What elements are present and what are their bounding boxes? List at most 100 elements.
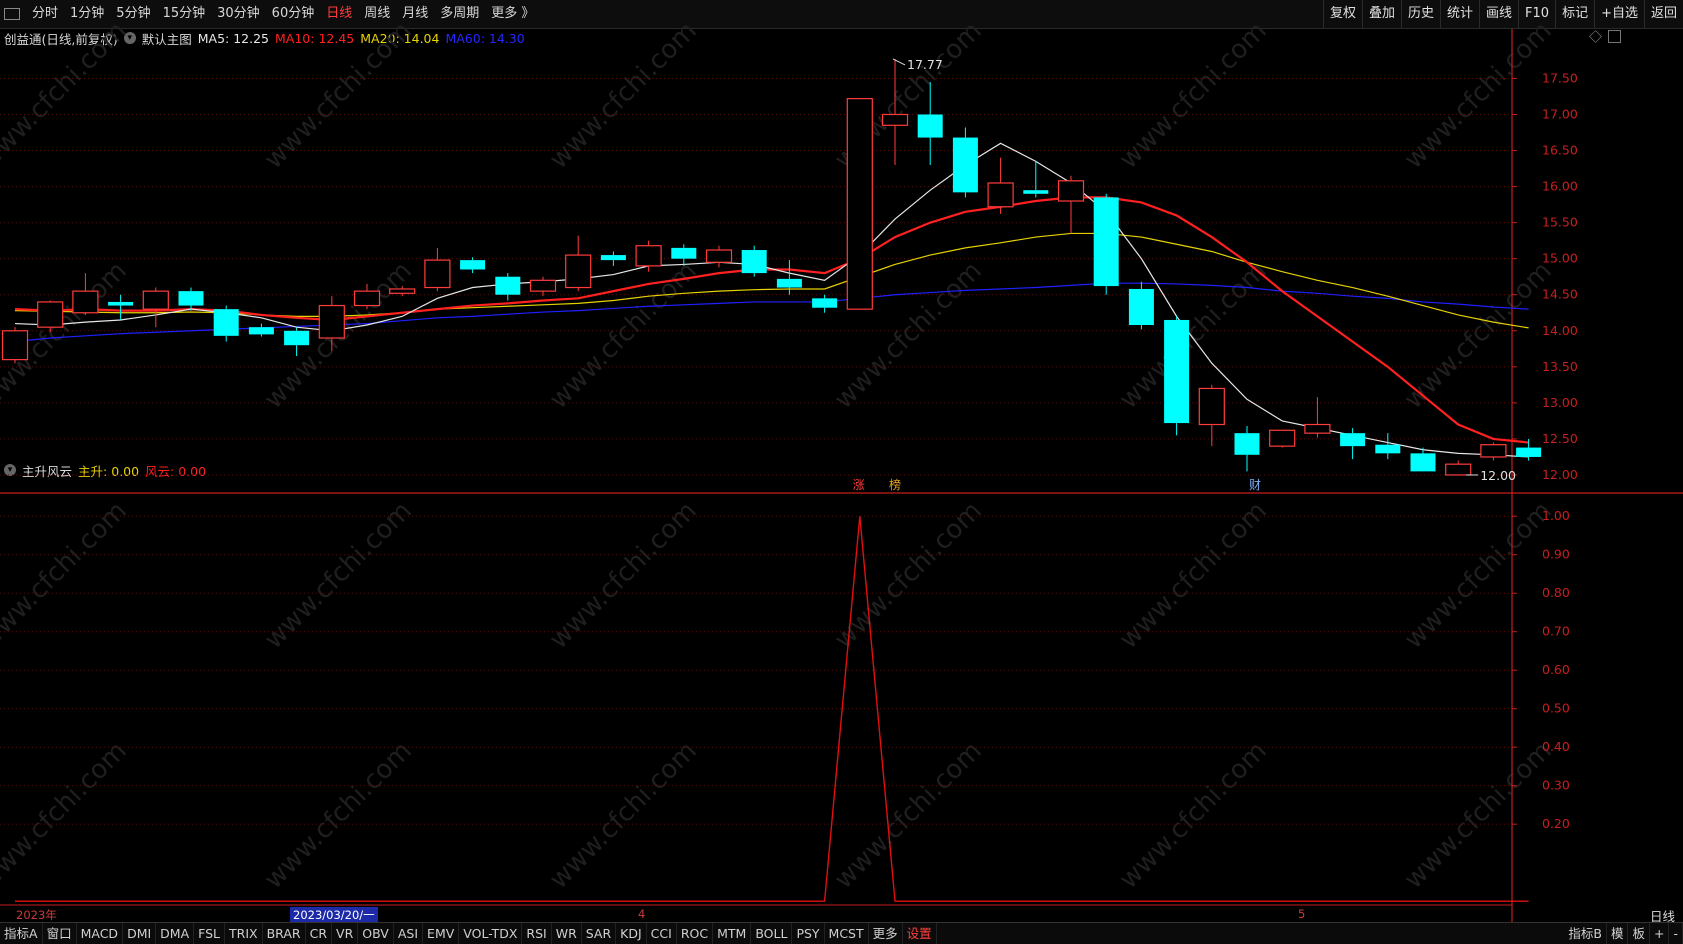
watermark-text: www.cfchi.com (544, 496, 703, 655)
watermark-text: www.cfchi.com (259, 496, 418, 655)
watermark-text: www.cfchi.com (544, 16, 703, 175)
indicator-emv[interactable]: EMV (423, 923, 460, 944)
settings-button[interactable]: 设置 (903, 923, 937, 944)
candle-body-up (72, 290, 99, 314)
indicator-tick-label: 0.30 (1542, 778, 1570, 793)
indicator-tick-label: 0.80 (1542, 585, 1570, 600)
zoom-out-button[interactable]: - (1669, 923, 1683, 944)
zoom-in-button[interactable]: + (1650, 923, 1670, 944)
watermark-text: www.cfchi.com (0, 736, 133, 895)
indicator-cr[interactable]: CR (306, 923, 333, 944)
candle-body-up (705, 249, 733, 263)
indicator-vr[interactable]: VR (332, 923, 359, 944)
candle-body-down (178, 291, 204, 306)
indicator-brar[interactable]: BRAR (263, 923, 306, 944)
candle-body-down (495, 276, 521, 295)
candle-body-up (881, 113, 909, 126)
candle-body-up (142, 290, 169, 310)
candle-body-down (460, 260, 486, 270)
indicator-mtm[interactable]: MTM (713, 923, 752, 944)
watermark-text: www.cfchi.com (1114, 256, 1273, 415)
candle-body-up (1, 330, 29, 361)
limit-up-mark: 涨 (853, 477, 865, 492)
indicator-line (15, 516, 1529, 902)
board-button[interactable]: 板 (1628, 923, 1650, 944)
price-tick-label: 15.50 (1542, 215, 1578, 230)
indicator-cci[interactable]: CCI (647, 923, 677, 944)
candle-body-up (1057, 180, 1085, 202)
moving-average-lines (14, 142, 1529, 458)
high-price-label: 17.77 (907, 57, 943, 72)
indicator-trix[interactable]: TRIX (225, 923, 263, 944)
indicator-kdj[interactable]: KDJ (616, 923, 647, 944)
candle-body-up (37, 301, 64, 328)
candle-body-up (987, 182, 1014, 208)
indicator-tick-label: 0.90 (1542, 547, 1570, 562)
watermark-text: www.cfchi.com (259, 736, 418, 895)
indicator-series (15, 516, 1529, 902)
indicator-macd[interactable]: MACD (77, 923, 124, 944)
indicator-boll[interactable]: BOLL (751, 923, 793, 944)
indicator-fsl[interactable]: FSL (194, 923, 226, 944)
price-tick-label: 12.00 (1542, 467, 1578, 482)
candle-body-up (353, 290, 381, 307)
date-month-4: 4 (638, 907, 646, 921)
indicator-asi[interactable]: ASI (394, 923, 424, 944)
candle-body-up (565, 254, 592, 289)
indicator-tick-label: 0.70 (1542, 624, 1570, 639)
ranking-mark: 榜 (889, 477, 901, 492)
indicator-wr[interactable]: WR (552, 923, 582, 944)
indicator-obv[interactable]: OBV (358, 923, 394, 944)
indicator-tick-label: 0.60 (1542, 662, 1570, 677)
candle-body-up (1269, 429, 1296, 447)
candle-body-up (1445, 463, 1472, 476)
template-button[interactable]: 模 (1607, 923, 1629, 944)
indicator-toolbar: 指标A 窗口 MACD DMI DMA FSL TRIX BRAR CR VR … (0, 922, 1683, 944)
watermark-text: www.cfchi.com (259, 16, 418, 175)
candle-body-down (1410, 453, 1436, 472)
indicator-mcst[interactable]: MCST (825, 923, 869, 944)
ma10-line (14, 196, 1529, 444)
candle-body-up (635, 245, 662, 267)
indicator-tick-label: 0.50 (1542, 701, 1570, 716)
window-button[interactable]: 窗口 (43, 923, 77, 944)
price-tick-label: 13.50 (1542, 359, 1578, 374)
indicator-sar[interactable]: SAR (582, 923, 617, 944)
candle-body-down (812, 298, 838, 308)
candle-body-up (424, 259, 451, 289)
indicator-dmi[interactable]: DMI (123, 923, 157, 944)
candle-body-up (529, 279, 557, 292)
price-tick-label: 17.00 (1542, 106, 1578, 121)
candle-body-up (1304, 423, 1331, 434)
candle-body-down (1340, 433, 1366, 447)
indicator-rsi[interactable]: RSI (522, 923, 552, 944)
indicator-a-button[interactable]: 指标A (0, 923, 43, 944)
candle-body-down (213, 309, 239, 336)
watermark-text: www.cfchi.com (829, 496, 988, 655)
indicator-b-button[interactable]: 指标B (1564, 923, 1607, 944)
watermark-text: www.cfchi.com (0, 16, 133, 175)
candle-body-down (1164, 319, 1190, 424)
indicator-tick-label: 0.20 (1542, 816, 1570, 831)
indicator-roc[interactable]: ROC (677, 923, 714, 944)
stock-chart[interactable]: www.cfchi.com www.cfchi.com www.cfchi.com w… (0, 0, 1683, 943)
candle-body-down (1128, 288, 1154, 326)
date-month-5: 5 (1298, 907, 1306, 921)
watermark-text: www.cfchi.com (544, 736, 703, 895)
candle-body-down (952, 137, 978, 193)
indicator-vol-tdx[interactable]: VOL-TDX (459, 923, 523, 944)
watermark-text: www.cfchi.com (1114, 16, 1273, 175)
indicator-psy[interactable]: PSY (792, 923, 825, 944)
candle-body-down (1516, 447, 1542, 457)
price-tick-label: 15.00 (1542, 251, 1578, 266)
more-indicators-button[interactable]: 更多 (869, 923, 903, 944)
candle-body-down (917, 114, 943, 138)
candlestick-series (1, 58, 1542, 476)
price-tick-label: 13.00 (1542, 395, 1578, 410)
indicator-dma[interactable]: DMA (156, 923, 195, 944)
watermark-text: www.cfchi.com (1399, 256, 1558, 415)
price-tick-label: 14.50 (1542, 287, 1578, 302)
candle-body-up (846, 98, 873, 310)
price-tick-label: 12.50 (1542, 431, 1578, 446)
low-price-label: 12.00 (1480, 468, 1516, 483)
